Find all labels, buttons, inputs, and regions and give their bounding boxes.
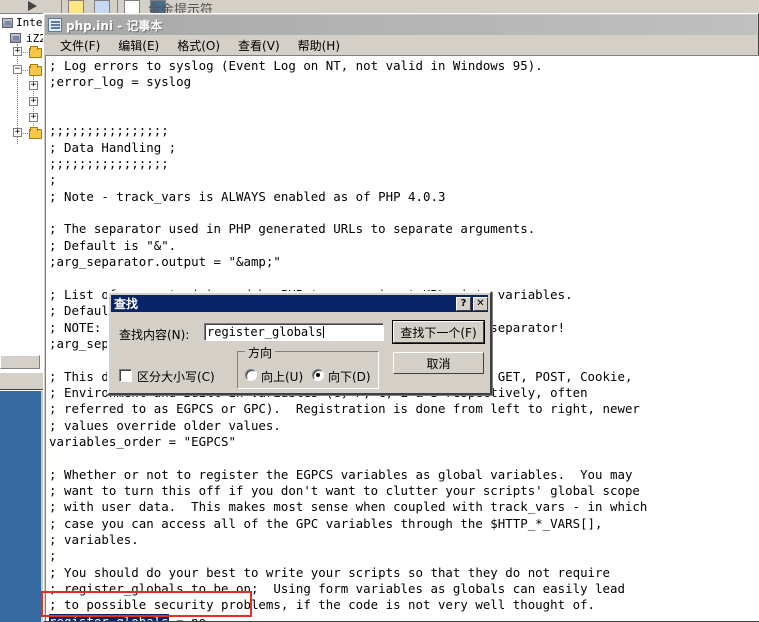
selected-text: register_globals (49, 613, 169, 621)
find-dialog-titlebar[interactable]: 查找 ? ✕ (111, 295, 488, 312)
folder-icon[interactable] (29, 46, 42, 58)
close-icon[interactable]: ✕ (473, 296, 488, 311)
background-panel-lower (0, 372, 45, 390)
desktop-blue-area (0, 391, 44, 622)
menu-view[interactable]: 查看(V) (229, 36, 289, 55)
cancel-button[interactable]: 取消 (393, 352, 484, 374)
notepad-title: php.ini - 记事本 (66, 18, 163, 33)
help-icon[interactable]: ? (456, 296, 471, 311)
folder-icon[interactable] (29, 64, 42, 76)
tree-expander-0[interactable]: + (13, 47, 22, 56)
notepad-menubar[interactable]: 文件(F) 编辑(E) 格式(O) 查看(V) 帮助(H) (45, 35, 757, 55)
toolbar-separator (117, 0, 118, 13)
text-caret (322, 326, 324, 338)
menu-help[interactable]: 帮助(H) (289, 36, 349, 55)
menu-file[interactable]: 文件(F) (51, 36, 109, 55)
match-case-checkbox[interactable] (119, 369, 132, 382)
explorer-tree-panel[interactable]: Interr iZ2 + − + + + + (0, 14, 45, 359)
server-icon (10, 33, 21, 43)
list-icon[interactable] (124, 0, 140, 13)
window-icon[interactable] (94, 0, 110, 13)
background-panel-upper (0, 355, 40, 369)
direction-group-label: 方向 (245, 344, 276, 361)
radio-direction-down-label: 向下(D) (328, 370, 371, 384)
background-window-title: 金金提示符 (148, 3, 214, 14)
tree-root-label: Interr (16, 16, 45, 29)
tree-expander-1[interactable]: − (13, 65, 22, 74)
match-case-label: 区分大小写(C) (137, 370, 215, 384)
folder-icon[interactable] (68, 0, 84, 13)
back-arrow-icon[interactable] (28, 1, 37, 11)
menu-format[interactable]: 格式(O) (168, 36, 229, 55)
tree-expander-4[interactable]: + (29, 113, 38, 122)
find-what-label: 查找内容(N): (119, 328, 190, 342)
background-app-toolbar: 金金提示符 (0, 0, 759, 14)
toolbar-separator (61, 0, 62, 13)
tree-connector (23, 70, 28, 71)
folder-icon[interactable] (29, 127, 42, 139)
tree-connector (23, 52, 28, 53)
tree-expander-5[interactable]: + (13, 128, 22, 137)
find-dialog[interactable]: 查找 ? ✕ 查找内容(N): register_globals 方向 向上(U… (107, 291, 492, 395)
notepad-titlebar[interactable]: php.ini - 记事本 (45, 15, 757, 35)
screen: 金金提示符 Interr iZ2 + − + + + + php.ini - 记… (0, 0, 759, 622)
find-what-input[interactable]: register_globals (204, 323, 384, 341)
menu-edit[interactable]: 编辑(E) (109, 36, 168, 55)
tree-expander-2[interactable]: + (29, 81, 38, 90)
find-next-button[interactable]: 查找下一个(F) (392, 320, 485, 344)
find-what-value: register_globals (207, 325, 323, 339)
tree-connector (23, 133, 28, 134)
radio-direction-down[interactable] (312, 369, 324, 381)
tree-expander-3[interactable]: + (29, 97, 38, 106)
computer-icon (2, 18, 13, 28)
radio-direction-up[interactable] (245, 369, 257, 381)
notepad-icon (48, 18, 62, 32)
find-dialog-title: 查找 (114, 297, 139, 311)
radio-direction-up-label: 向上(U) (261, 370, 304, 384)
